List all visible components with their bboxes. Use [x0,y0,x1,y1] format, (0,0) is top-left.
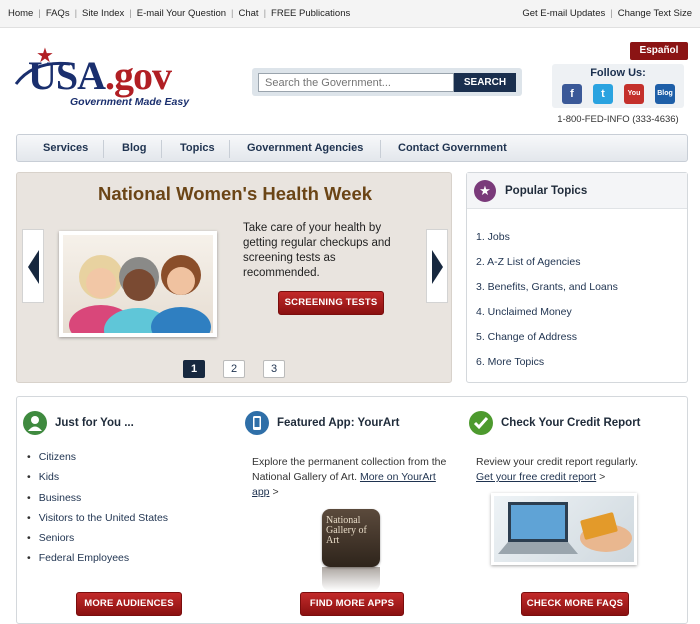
audience-business[interactable]: Business [27,492,168,512]
app-icon-reflection [322,567,380,591]
chat-link[interactable]: Chat [238,8,258,19]
feature-title: National Women's Health Week [97,183,373,204]
popular-topics-panel: ★ Popular Topics 1. Jobs 2. A-Z List of … [466,172,688,383]
just-for-you-title: Just for You ... [55,417,134,429]
credit-report-title: Check Your Credit Report [501,417,641,429]
credit-card-laptop-image [491,493,637,565]
espanol-button[interactable]: Español [630,42,688,60]
screening-tests-button[interactable]: SCREENING TESTS [278,291,384,315]
national-gallery-app-icon[interactable]: National Gallery of Art [322,509,380,567]
popular-topics-header: ★ Popular Topics [467,173,687,209]
email-question-link[interactable]: E-mail Your Question [137,8,226,19]
audience-citizens[interactable]: Citizens [27,451,168,471]
featured-app-text: Explore the permanent collection from th… [252,456,447,498]
search-input[interactable] [258,73,454,92]
utility-links-left: Home | FAQs | Site Index | E-mail Your Ques… [8,8,351,19]
more-audiences-button[interactable]: MORE AUDIENCES [76,592,182,616]
audience-kids[interactable]: Kids [27,471,168,491]
featured-app-title: Featured App: YourArt [277,417,400,429]
credit-report-text: Review your credit report regularly. Get… [476,456,639,483]
carousel-prev-button[interactable] [22,229,44,303]
logo-wordmark: USA.gov [28,53,172,98]
carousel-page-2[interactable]: 2 [223,360,245,378]
free-credit-report-link[interactable]: Get your free credit report [476,471,596,483]
utility-links-right: Get E-mail Updates | Change Text Size [522,8,692,19]
popular-topic-agencies[interactable]: 2. A-Z List of Agencies [476,256,618,281]
popular-topics-list: 1. Jobs 2. A-Z List of Agencies 3. Benef… [476,231,618,381]
audience-federal-employees[interactable]: Federal Employees [27,552,168,572]
popular-topic-unclaimed-money[interactable]: 4. Unclaimed Money [476,306,618,331]
women-photo-illustration [69,255,211,333]
phone-number: 1-800-FED-INFO (333-4636) [557,114,679,125]
carousel-next-button[interactable] [426,229,448,303]
feature-photo [59,231,217,337]
search-button[interactable]: SEARCH [454,73,516,92]
site-index-link[interactable]: Site Index [82,8,124,19]
audience-visitors[interactable]: Visitors to the United States [27,512,168,532]
nav-services[interactable]: Services [43,142,88,154]
popular-topics-title: Popular Topics [505,185,588,197]
logo-tagline: Government Made Easy [70,96,190,108]
bottom-panel: Just for You ... Citizens Kids Business … [16,396,688,624]
follow-us-box: Follow Us: f t You Blog [552,64,684,108]
search-box: SEARCH [252,68,522,96]
check-more-faqs-button[interactable]: CHECK MORE FAQS [521,592,629,616]
nav-blog[interactable]: Blog [122,142,146,154]
nav-government-agencies[interactable]: Government Agencies [247,142,363,154]
home-link[interactable]: Home [8,8,33,19]
find-more-apps-button[interactable]: FIND MORE APPS [300,592,404,616]
feature-carousel: National Women's Health Week Take care o… [16,172,452,383]
star-icon: ★ [474,180,496,202]
audience-seniors[interactable]: Seniors [27,532,168,552]
checkmark-icon [469,411,493,435]
chevron-right-icon [432,250,443,284]
popular-topic-jobs[interactable]: 1. Jobs [476,231,618,256]
popular-topic-change-address[interactable]: 5. Change of Address [476,331,618,356]
follow-us-label: Follow Us: [590,67,646,79]
email-updates-link[interactable]: Get E-mail Updates [522,8,605,19]
usa-gov-logo[interactable]: ★ USA.gov Government Made Easy [14,44,224,114]
feature-description: Take care of your health by getting regu… [243,222,391,279]
facebook-icon[interactable]: f [562,84,582,104]
utility-bar: Home | FAQs | Site Index | E-mail Your Ques… [0,0,700,28]
youtube-icon[interactable]: You [624,84,644,104]
carousel-page-3[interactable]: 3 [263,360,285,378]
popular-topic-more[interactable]: 6. More Topics [476,356,618,381]
twitter-icon[interactable]: t [593,84,613,104]
person-icon [23,411,47,435]
audience-list: Citizens Kids Business Visitors to the U… [27,451,168,573]
faqs-link[interactable]: FAQs [46,8,70,19]
phone-app-icon [245,411,269,435]
blog-icon[interactable]: Blog [655,84,675,104]
chevron-left-icon [28,250,39,284]
free-publications-link[interactable]: FREE Publications [271,8,350,19]
main-nav: Services Blog Topics Government Agencies… [16,134,688,162]
change-text-size-link[interactable]: Change Text Size [618,8,692,19]
carousel-page-1[interactable]: 1 [183,360,205,378]
popular-topic-benefits[interactable]: 3. Benefits, Grants, and Loans [476,281,618,306]
nav-contact-government[interactable]: Contact Government [398,142,507,154]
nav-topics[interactable]: Topics [180,142,215,154]
